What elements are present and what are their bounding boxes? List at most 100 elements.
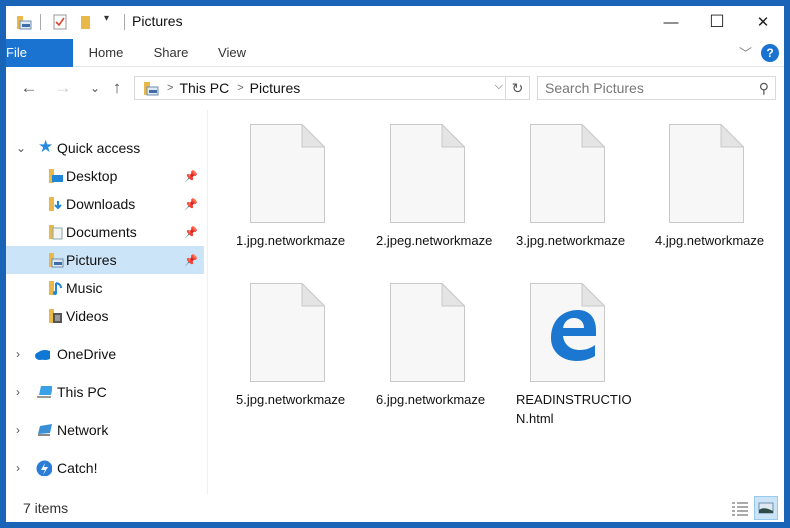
pictures-folder-icon <box>144 82 159 96</box>
properties-icon[interactable] <box>52 14 68 30</box>
star-icon: ★ <box>38 137 54 156</box>
blank-file-icon <box>250 124 325 223</box>
computer-icon <box>37 386 52 398</box>
file-item[interactable]: 1.jpg.networkmaze <box>214 110 345 260</box>
large-icons-view-button[interactable] <box>754 496 778 520</box>
pin-icon[interactable]: 📌 <box>184 254 198 267</box>
file-name: READINSTRUCTION.html <box>516 392 632 426</box>
downloads-folder-icon <box>49 197 62 211</box>
large-icons-view-icon <box>758 502 774 514</box>
edge-html-file-icon <box>530 283 605 382</box>
refresh-icon[interactable]: ↻ <box>505 77 529 99</box>
title-bar: ▾ Pictures — ☐ ✕ <box>6 6 784 38</box>
back-button[interactable]: ← <box>18 76 40 100</box>
separator <box>40 14 41 30</box>
chevron-right-icon[interactable]: › <box>16 423 20 437</box>
file-name: 2.jpeg.networkmaze <box>376 233 493 248</box>
file-list: 1.jpg.networkmaze 2.jpeg.networkmaze 3.jpg… <box>214 110 784 495</box>
network-icon <box>38 424 52 436</box>
sidebar-item-label: Network <box>57 422 109 438</box>
sidebar-item-this-pc[interactable]: › This PC <box>6 378 204 406</box>
new-folder-icon[interactable] <box>78 14 94 30</box>
sidebar-item-label: Desktop <box>66 168 118 184</box>
blank-file-icon <box>390 124 465 223</box>
search-placeholder: Search Pictures <box>545 80 644 96</box>
sidebar-item-label: Quick access <box>57 140 141 156</box>
file-item[interactable]: 3.jpg.networkmaze <box>494 110 625 260</box>
up-arrow-icon: ↑ <box>112 78 122 97</box>
file-item[interactable]: 6.jpg.networkmaze <box>354 269 485 419</box>
pin-icon[interactable]: 📌 <box>184 198 198 211</box>
details-view-button[interactable] <box>728 496 752 520</box>
recent-locations-button[interactable]: ⌄ <box>84 76 106 100</box>
sidebar-item-label: Videos <box>66 308 109 324</box>
sidebar-item-label: Documents <box>66 224 137 240</box>
onedrive-cloud-icon <box>35 350 50 360</box>
desktop-folder-icon <box>49 169 63 183</box>
close-icon: ✕ <box>756 14 770 31</box>
sidebar-item-music[interactable]: Music <box>6 274 204 302</box>
address-bar[interactable]: > This PC > Pictures ⌵ ↻ <box>134 76 530 100</box>
ribbon-tabs: File Home Share View ﹀ ? <box>6 39 784 67</box>
file-item[interactable]: READINSTRUCTION.html <box>494 269 632 426</box>
sidebar-item-videos[interactable]: Videos <box>6 302 204 330</box>
customize-quick-access-dropdown[interactable]: ▾ <box>104 13 109 24</box>
file-name: 4.jpg.networkmaze <box>655 233 765 248</box>
sidebar-item-label: Catch! <box>57 460 98 476</box>
file-item[interactable]: 4.jpg.networkmaze <box>633 110 764 260</box>
blank-file-icon <box>250 283 325 382</box>
sidebar-item-pictures[interactable]: Pictures 📌 <box>6 246 204 274</box>
tab-share[interactable]: Share <box>146 39 196 67</box>
sidebar-item-label: Music <box>66 280 103 296</box>
close-button[interactable]: ✕ <box>740 6 784 38</box>
chevron-right-icon[interactable]: › <box>16 347 20 361</box>
navigation-pane: ⌄ ★ Quick access Desktop 📌 Downloads 📌 D… <box>6 110 206 495</box>
pin-icon[interactable]: 📌 <box>184 170 198 183</box>
expand-ribbon-icon[interactable]: ﹀ <box>739 43 752 62</box>
minimize-button[interactable]: — <box>648 6 694 38</box>
back-arrow-icon: ← <box>20 78 38 97</box>
breadcrumb-pictures[interactable]: Pictures <box>250 80 301 96</box>
help-icon[interactable]: ? <box>761 44 779 62</box>
pin-icon[interactable]: 📌 <box>184 226 198 239</box>
sidebar-item-downloads[interactable]: Downloads 📌 <box>6 190 204 218</box>
blank-file-icon <box>390 283 465 382</box>
sidebar-item-label: This PC <box>57 384 107 400</box>
file-name: 5.jpg.networkmaze <box>236 392 346 407</box>
window-title: Pictures <box>132 13 183 29</box>
breadcrumb-this-pc[interactable]: This PC <box>179 80 229 96</box>
sidebar-item-desktop[interactable]: Desktop 📌 <box>6 162 204 190</box>
file-item[interactable]: 5.jpg.networkmaze <box>214 269 345 419</box>
pictures-folder-icon <box>17 16 32 30</box>
sidebar-item-network[interactable]: › Network <box>6 416 204 444</box>
item-count: 7 items <box>23 500 69 516</box>
sidebar-item-catch[interactable]: › Catch! <box>6 454 204 482</box>
breadcrumb-separator-icon: > <box>167 82 174 94</box>
chevron-down-icon: ⌄ <box>89 81 101 95</box>
sidebar-item-label: Pictures <box>66 252 117 268</box>
sidebar-item-quick-access[interactable]: ⌄ ★ Quick access <box>6 134 204 162</box>
sidebar-item-documents[interactable]: Documents 📌 <box>6 218 204 246</box>
address-dropdown-icon[interactable]: ⌵ <box>495 80 503 93</box>
search-icon[interactable]: ⚲ <box>759 77 769 99</box>
sidebar-item-onedrive[interactable]: › OneDrive <box>6 340 204 368</box>
status-bar: 7 items <box>6 496 784 522</box>
pane-divider[interactable] <box>207 110 208 495</box>
file-item[interactable]: 2.jpeg.networkmaze <box>354 110 492 260</box>
breadcrumb-separator-icon[interactable]: > <box>237 82 243 94</box>
tab-file[interactable]: File <box>6 39 73 67</box>
search-input[interactable]: Search Pictures ⚲ <box>537 76 776 100</box>
chevron-down-icon[interactable]: ⌄ <box>16 141 26 155</box>
sidebar-item-label: Downloads <box>66 196 136 212</box>
videos-folder-icon <box>49 309 62 323</box>
chevron-right-icon[interactable]: › <box>16 385 20 399</box>
chevron-right-icon[interactable]: › <box>16 461 20 475</box>
documents-folder-icon <box>49 225 63 240</box>
tab-view[interactable]: View <box>209 39 255 67</box>
forward-button[interactable]: → <box>52 76 74 100</box>
maximize-button[interactable]: ☐ <box>694 6 740 38</box>
music-folder-icon <box>49 281 62 295</box>
up-button[interactable]: ↑ <box>106 76 128 100</box>
tab-home[interactable]: Home <box>81 39 131 67</box>
forward-arrow-icon: → <box>54 78 72 97</box>
